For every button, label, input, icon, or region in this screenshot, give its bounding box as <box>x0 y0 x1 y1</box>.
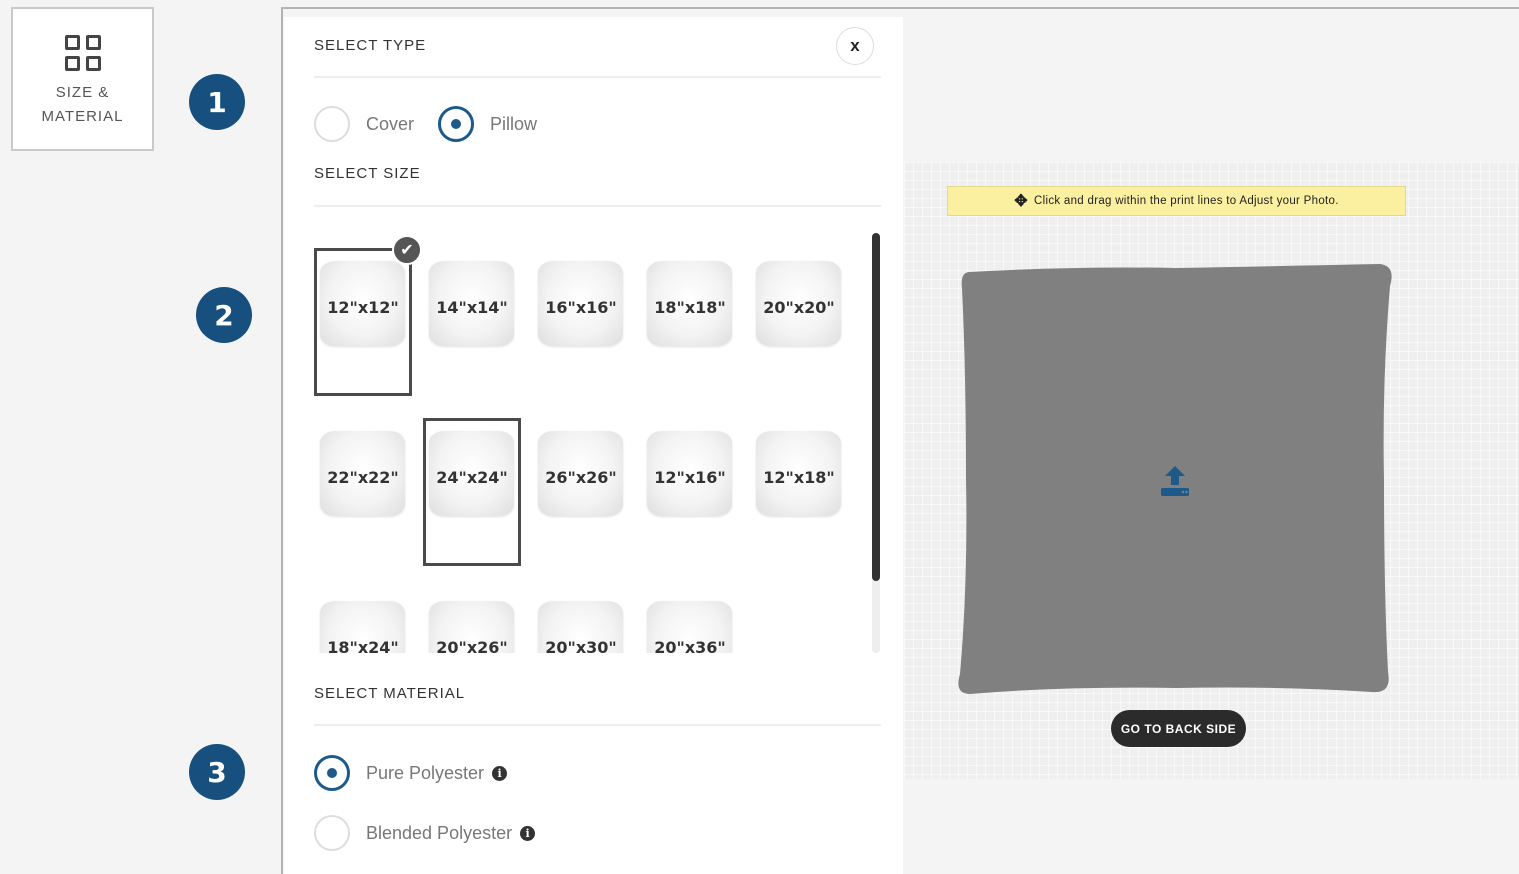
drag-hint-text: Click and drag within the print lines to… <box>1034 195 1339 207</box>
size-option-12x12[interactable]: 12"x12" ✔ <box>314 235 422 396</box>
divider <box>314 205 881 207</box>
radio-blended-polyester[interactable] <box>314 815 350 851</box>
divider <box>314 76 881 78</box>
size-label: 20"x30" <box>545 638 617 653</box>
size-option-12x16[interactable]: 12"x16" <box>641 418 739 566</box>
step-badge-2: 2 <box>196 287 252 343</box>
step-badge-1: 1 <box>189 74 245 130</box>
upload-icon[interactable] <box>1157 463 1193 499</box>
type-label-pillow: Pillow <box>490 113 538 134</box>
size-label: 20"x26" <box>436 638 508 653</box>
radio-cover[interactable] <box>314 106 350 142</box>
size-option-18x18[interactable]: 18"x18" <box>641 248 739 396</box>
info-icon[interactable]: i <box>492 765 508 781</box>
size-label: 12"x12" <box>327 298 399 317</box>
select-material-title: SELECT MATERIAL <box>314 685 466 702</box>
size-label: 12"x18" <box>763 468 835 487</box>
material-option-pure-polyester[interactable]: Pure Polyester i <box>314 755 508 791</box>
size-label: 26"x26" <box>545 468 617 487</box>
options-panel: SELECT TYPE x Cover Pillow SELECT SIZE 1… <box>284 17 903 874</box>
size-option-18x24[interactable]: 18"x24" <box>314 588 412 653</box>
move-icon: ✥ <box>1014 193 1028 210</box>
divider <box>314 724 881 726</box>
size-label: 18"x18" <box>654 298 726 317</box>
size-label: 14"x14" <box>436 298 508 317</box>
size-label: 24"x24" <box>436 468 508 487</box>
size-material-nav-button[interactable]: SIZE & MATERIAL <box>11 7 154 151</box>
material-label-pure: Pure Polyester <box>366 762 485 783</box>
size-grid: 12"x12" ✔ 14"x14" 16"x16" 18"x18" 20"x20… <box>314 233 859 653</box>
size-list-scrollbar[interactable] <box>872 233 880 653</box>
radio-pillow[interactable] <box>438 106 474 142</box>
type-label-cover: Cover <box>366 113 415 134</box>
size-label: 22"x22" <box>327 468 399 487</box>
radio-pure-polyester[interactable] <box>314 755 350 791</box>
size-label: 16"x16" <box>545 298 617 317</box>
size-option-16x16[interactable]: 16"x16" <box>532 248 630 396</box>
size-option-26x26[interactable]: 26"x26" <box>532 418 630 566</box>
size-label: 18"x24" <box>327 638 399 653</box>
drag-hint-bar: ✥ Click and drag within the print lines … <box>947 186 1406 216</box>
step-badge-3: 3 <box>189 744 245 800</box>
close-button[interactable]: x <box>836 27 874 65</box>
size-option-12x18[interactable]: 12"x18" <box>750 418 848 566</box>
size-label: 20"x20" <box>763 298 835 317</box>
select-size-title: SELECT SIZE <box>314 165 421 182</box>
size-option-24x24[interactable]: 24"x24" <box>423 418 521 566</box>
size-material-nav-label: SIZE & MATERIAL <box>41 84 124 125</box>
check-icon: ✔ <box>392 235 422 265</box>
type-option-pillow[interactable]: Pillow <box>438 106 537 142</box>
material-label-blended: Blended Polyester <box>366 822 513 843</box>
material-option-blended-polyester[interactable]: Blended Polyester i <box>314 815 536 851</box>
grid-icon <box>64 35 101 71</box>
info-icon[interactable]: i <box>520 825 536 841</box>
type-option-cover[interactable]: Cover <box>314 106 414 142</box>
size-option-14x14[interactable]: 14"x14" <box>423 248 521 396</box>
size-label: 12"x16" <box>654 468 726 487</box>
size-label: 20"x36" <box>654 638 726 653</box>
size-option-20x30[interactable]: 20"x30" <box>532 588 630 653</box>
size-option-20x36[interactable]: 20"x36" <box>641 588 739 653</box>
scrollbar-thumb[interactable] <box>872 233 880 581</box>
size-option-20x26[interactable]: 20"x26" <box>423 588 521 653</box>
go-to-back-side-button[interactable]: GO TO BACK SIDE <box>1111 710 1246 747</box>
size-option-20x20[interactable]: 20"x20" <box>750 248 848 396</box>
select-type-title: SELECT TYPE <box>314 37 427 54</box>
size-option-22x22[interactable]: 22"x22" <box>314 418 412 566</box>
